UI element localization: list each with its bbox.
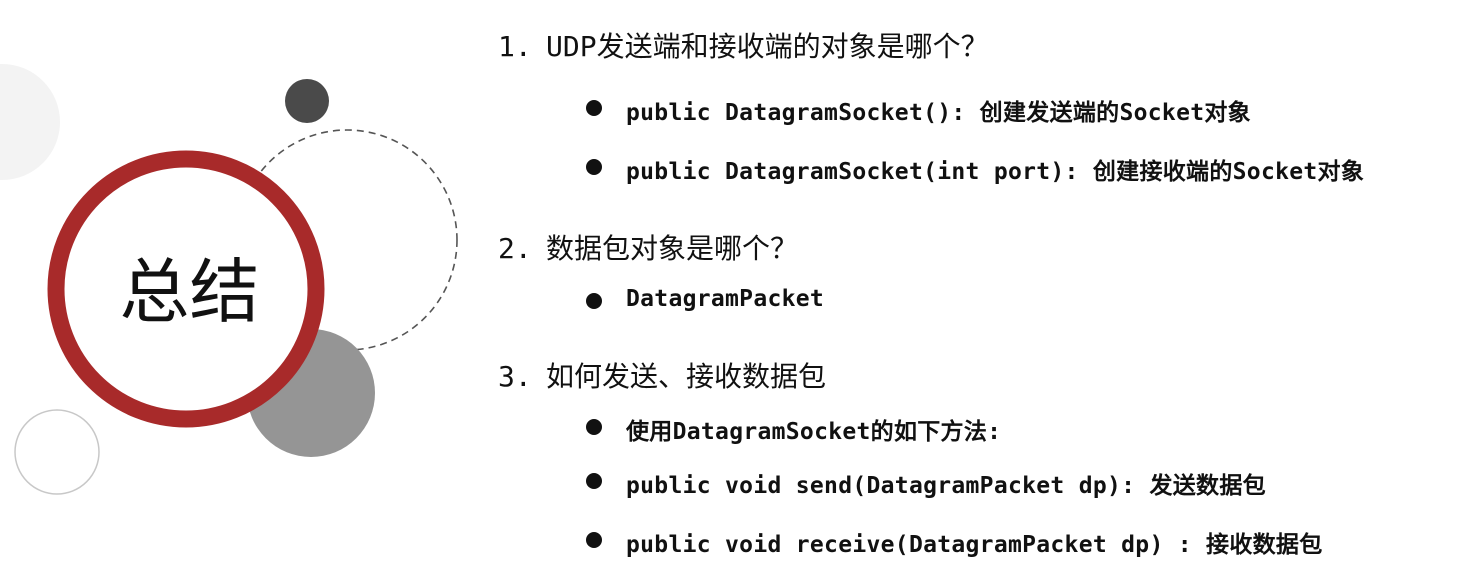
bullet-text: 使用DatagramSocket的如下方法: <box>626 419 1002 445</box>
question-number: 1. <box>498 30 532 63</box>
question-number: 3. <box>498 360 532 393</box>
question-1: 1. UDP发送端和接收端的对象是哪个？ <box>498 25 989 65</box>
dark-small-circle <box>285 79 329 123</box>
question-text: 如何发送、接收数据包 <box>546 360 827 393</box>
question-2: 2. 数据包对象是哪个？ <box>498 227 798 267</box>
slide-title: 总结 <box>119 251 260 333</box>
bullet-item: 使用DatagramSocket的如下方法: <box>586 412 1001 446</box>
bullet-text: public void send(DatagramPacket dp): 发送数… <box>626 473 1266 499</box>
bullet-item: DatagramPacket <box>586 286 824 312</box>
light-circle <box>0 64 60 180</box>
bullet-item: public void send(DatagramPacket dp): 发送数… <box>586 466 1266 500</box>
bullet-text: public DatagramSocket(int port): 创建接收端的S… <box>626 159 1365 185</box>
summary-content: 1. UDP发送端和接收端的对象是哪个？ public DatagramSocke… <box>498 0 1468 571</box>
bullet-text: DatagramPacket <box>626 286 825 312</box>
bullet-text: public void receive(DatagramPacket dp) :… <box>626 532 1323 558</box>
question-text: UDP发送端和接收端的对象是哪个？ <box>546 30 989 63</box>
question-number: 2. <box>498 232 532 265</box>
question-text: 数据包对象是哪个？ <box>546 232 799 265</box>
outline-small-circle <box>14 409 100 495</box>
bullet-text: public DatagramSocket(): 创建发送端的Socket对象 <box>626 100 1251 126</box>
bullet-item: public DatagramSocket(int port): 创建接收端的S… <box>586 152 1364 186</box>
bullet-item: public DatagramSocket(): 创建发送端的Socket对象 <box>586 93 1251 127</box>
bullet-item: public void receive(DatagramPacket dp) :… <box>586 525 1323 559</box>
question-3: 3. 如何发送、接收数据包 <box>498 355 826 395</box>
